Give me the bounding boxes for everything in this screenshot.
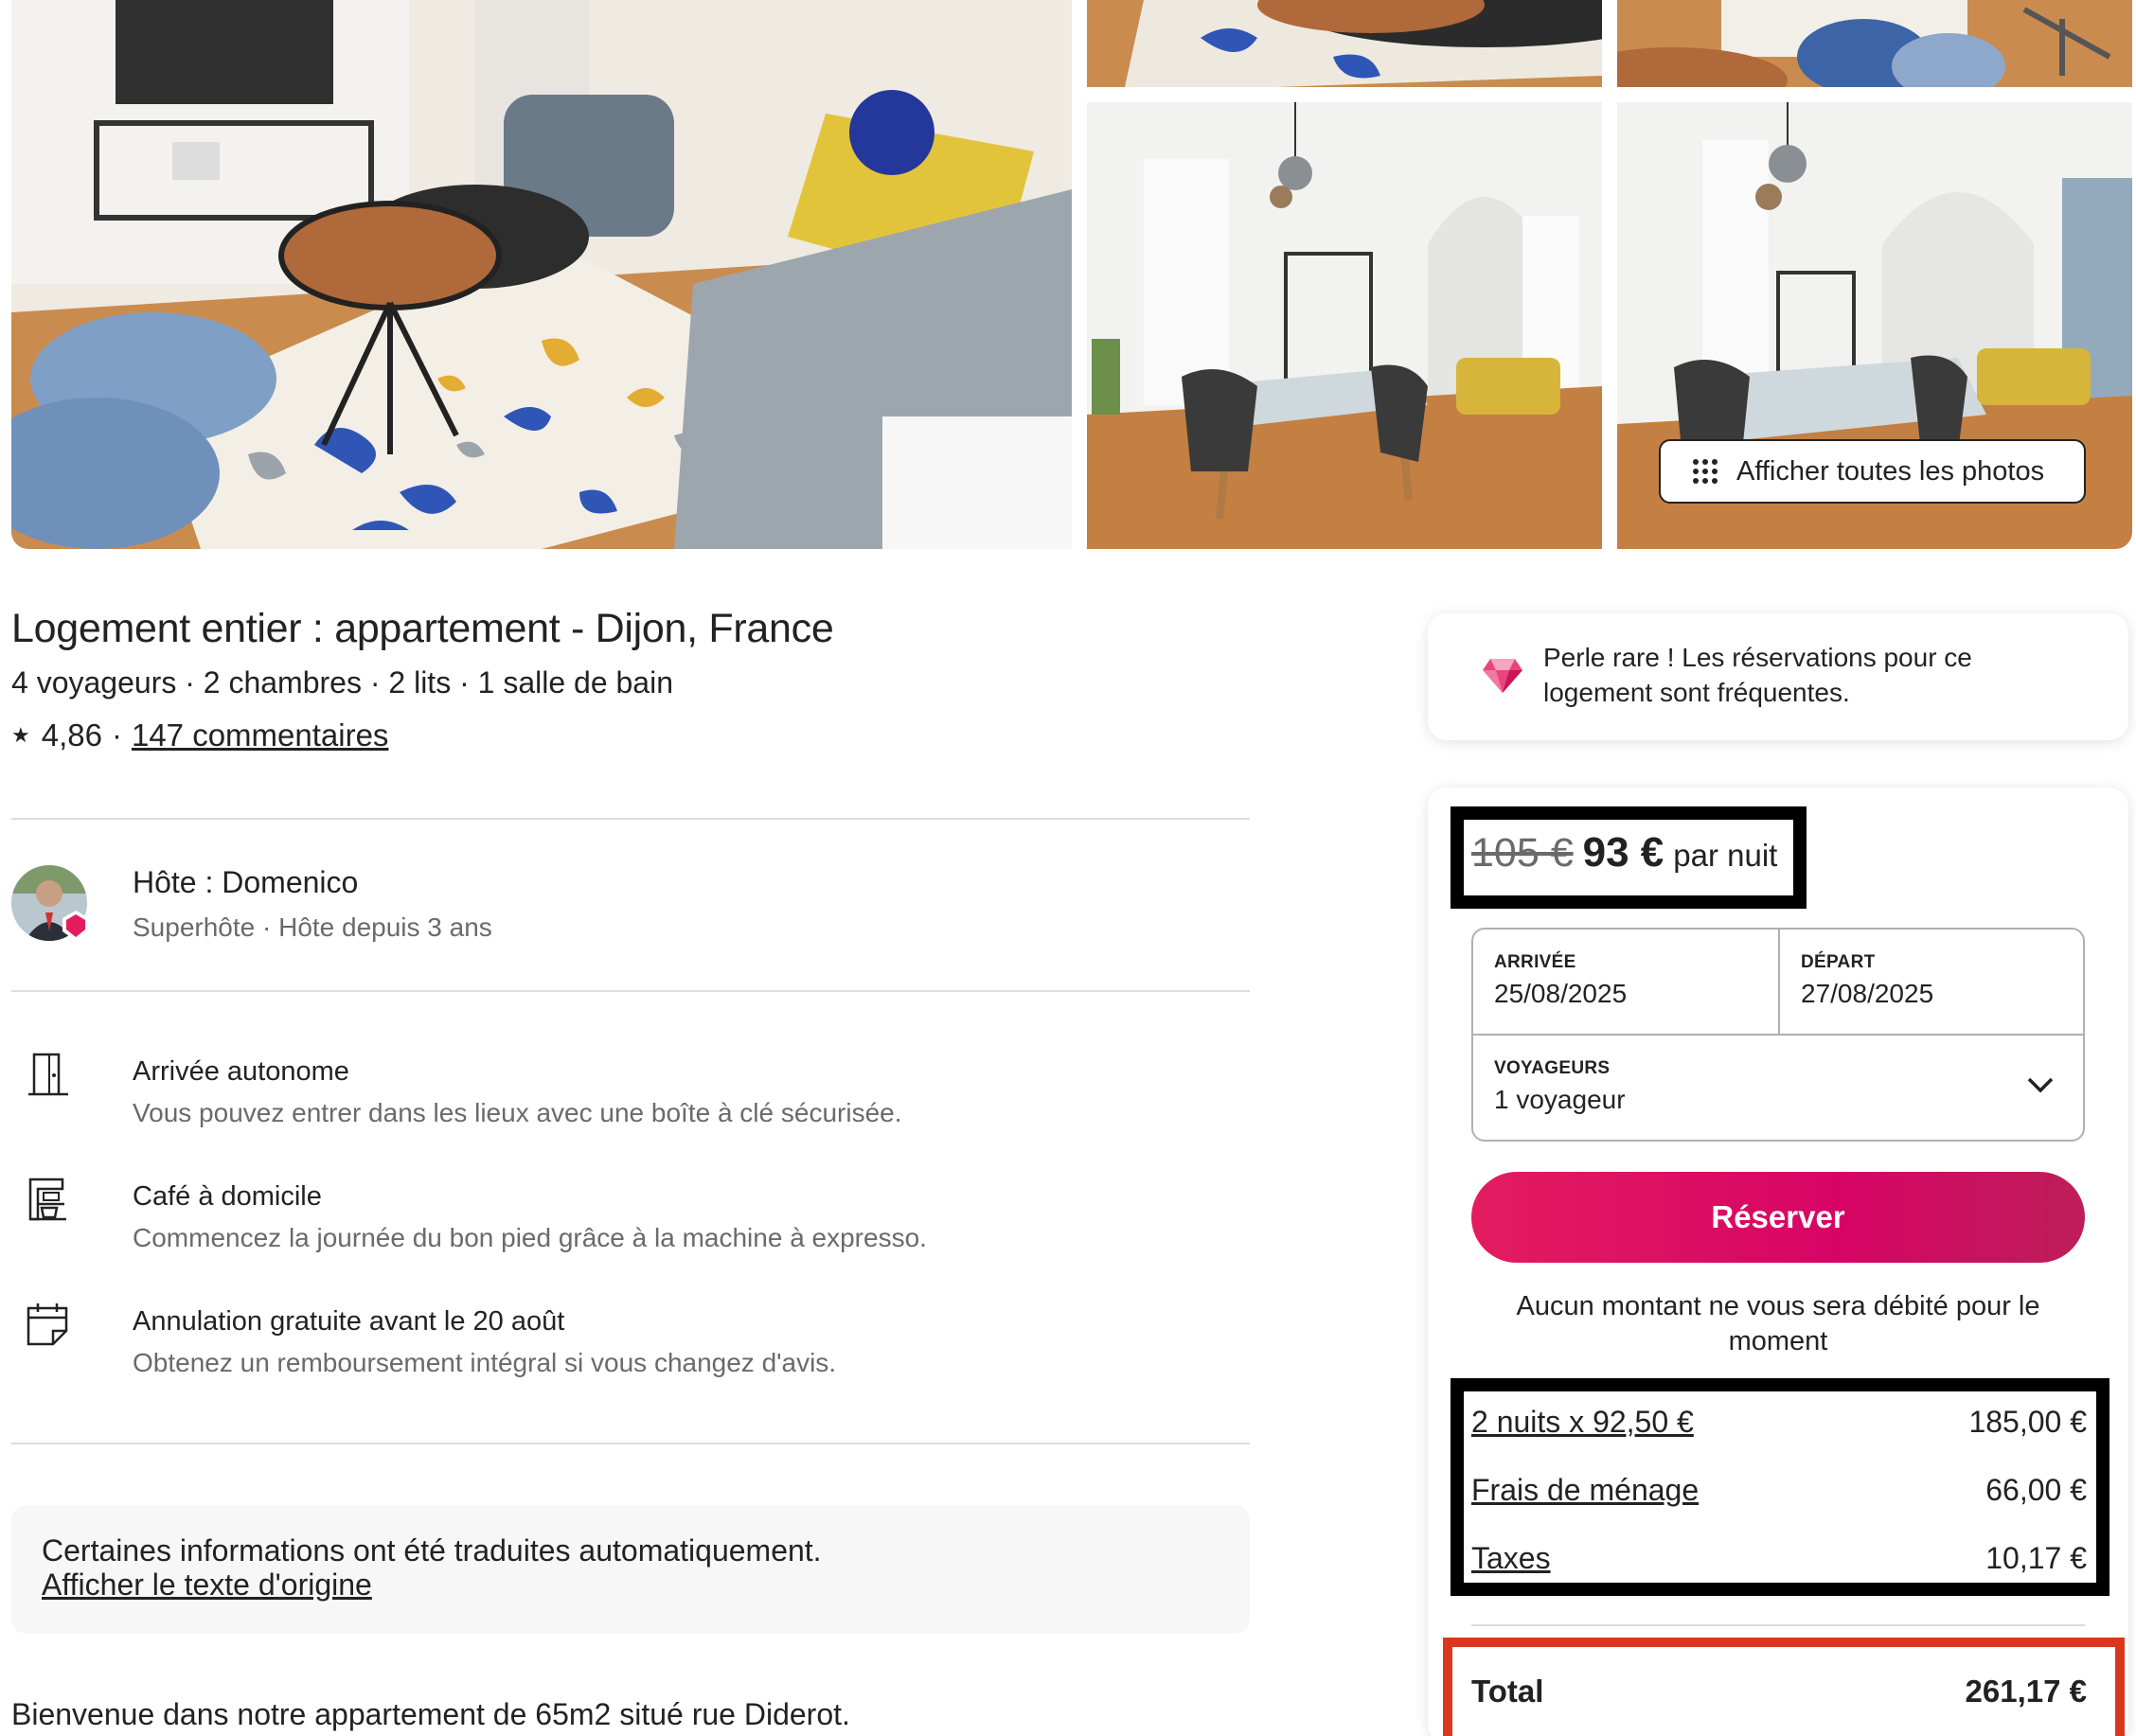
date-guest-picker: ARRIVÉE 25/08/2025 DÉPART 27/08/2025 VOY…: [1471, 928, 2085, 1142]
rating-row: ★ 4,86 · 147 commentaires: [11, 717, 388, 753]
fee-nights-link[interactable]: 2 nuits x 92,50 €: [1471, 1405, 1694, 1440]
photo-office-corner[interactable]: [1617, 0, 2132, 87]
divider: [11, 1443, 1250, 1444]
guests-select[interactable]: VOYAGEURS 1 voyageur: [1473, 1036, 2085, 1142]
listing-facts: 4 voyageurs · 2 chambres · 2 lits · 1 sa…: [11, 665, 673, 700]
feature-description: Commencez la journée du bon pied grâce à…: [133, 1223, 927, 1252]
feature-description: Obtenez un remboursement intégral si vou…: [133, 1348, 837, 1377]
per-night-label: par nuit: [1673, 838, 1778, 873]
checkin-value: 25/08/2025: [1494, 979, 1628, 1008]
translation-notice: Certaines informations ont été traduites…: [11, 1505, 1250, 1634]
rating-value: 4,86: [41, 717, 102, 753]
feature-description: Vous pouvez entrer dans les lieux avec u…: [133, 1098, 902, 1127]
divider: [1471, 1624, 2085, 1626]
translation-text: Certaines informations ont été traduites…: [42, 1533, 822, 1568]
grid-icon: [1693, 459, 1718, 484]
checkout-field[interactable]: DÉPART 27/08/2025: [1780, 930, 2085, 1034]
chevron-down-icon: [2027, 1077, 2054, 1093]
photo-dining-room[interactable]: [1087, 102, 1602, 549]
rating-separator: ·: [111, 717, 122, 753]
door-icon: [28, 1053, 68, 1096]
listing-title: Logement entier : appartement - Dijon, F…: [11, 606, 834, 651]
photo-rug-detail[interactable]: [1087, 0, 1602, 87]
fee-cleaning-link[interactable]: Frais de ménage: [1471, 1473, 1699, 1508]
total-label: Total: [1471, 1674, 1544, 1709]
original-price: 105 €: [1471, 830, 1574, 876]
calendar-icon: [27, 1303, 68, 1346]
host-name: Hôte : Domenico: [133, 865, 359, 899]
fee-taxes-link[interactable]: Taxes: [1471, 1541, 1551, 1576]
listing-page: Afficher toutes les photos Logement enti…: [0, 0, 2136, 1736]
guests-label: VOYAGEURS: [1494, 1058, 1611, 1078]
superhost-badge-icon: [62, 911, 89, 941]
feature-title: Arrivée autonome: [133, 1056, 349, 1087]
photo-living-room[interactable]: [11, 0, 1072, 549]
current-price: 93 €: [1582, 829, 1664, 876]
fee-taxes-value: 10,17 €: [1985, 1541, 2087, 1575]
fee-cleaning-value: 66,00 €: [1985, 1473, 2087, 1507]
fee-nights-value: 185,00 €: [1968, 1405, 2087, 1439]
reserve-button[interactable]: Réserver: [1471, 1172, 2085, 1263]
feature-title: Café à domicile: [133, 1181, 322, 1212]
price-row: 105 € 93 € par nuit: [1471, 829, 1777, 877]
divider: [11, 990, 1250, 992]
star-icon: ★: [11, 723, 30, 747]
show-all-photos-label: Afficher toutes les photos: [1736, 455, 2045, 487]
divider: [11, 818, 1250, 820]
no-charge-note: Aucun montant ne vous sera débité pour l…: [1516, 1291, 2040, 1356]
feature-title: Annulation gratuite avant le 20 août: [133, 1306, 565, 1337]
rare-find-text: Perle rare ! Les réservations pour ce lo…: [1543, 643, 1972, 707]
host-subtitle: Superhôte · Hôte depuis 3 ans: [133, 912, 492, 942]
coffee-machine-icon: [28, 1178, 66, 1221]
gem-icon: [1483, 659, 1522, 693]
rare-find-card: Perle rare ! Les réservations pour ce lo…: [1428, 613, 2128, 740]
show-original-link[interactable]: Afficher le texte d'origine: [42, 1568, 372, 1603]
reviews-link[interactable]: 147 commentaires: [132, 717, 388, 753]
description-text: Bienvenue dans notre appartement de 65m2…: [11, 1697, 850, 1731]
checkout-label: DÉPART: [1801, 952, 1876, 972]
total-value: 261,17 €: [1965, 1674, 2087, 1709]
checkin-field[interactable]: ARRIVÉE 25/08/2025: [1473, 930, 1778, 1034]
guests-value: 1 voyageur: [1494, 1085, 1626, 1114]
checkout-value: 27/08/2025: [1801, 979, 1934, 1008]
show-all-photos-button[interactable]: Afficher toutes les photos: [1659, 439, 2086, 504]
checkin-label: ARRIVÉE: [1494, 952, 1576, 972]
